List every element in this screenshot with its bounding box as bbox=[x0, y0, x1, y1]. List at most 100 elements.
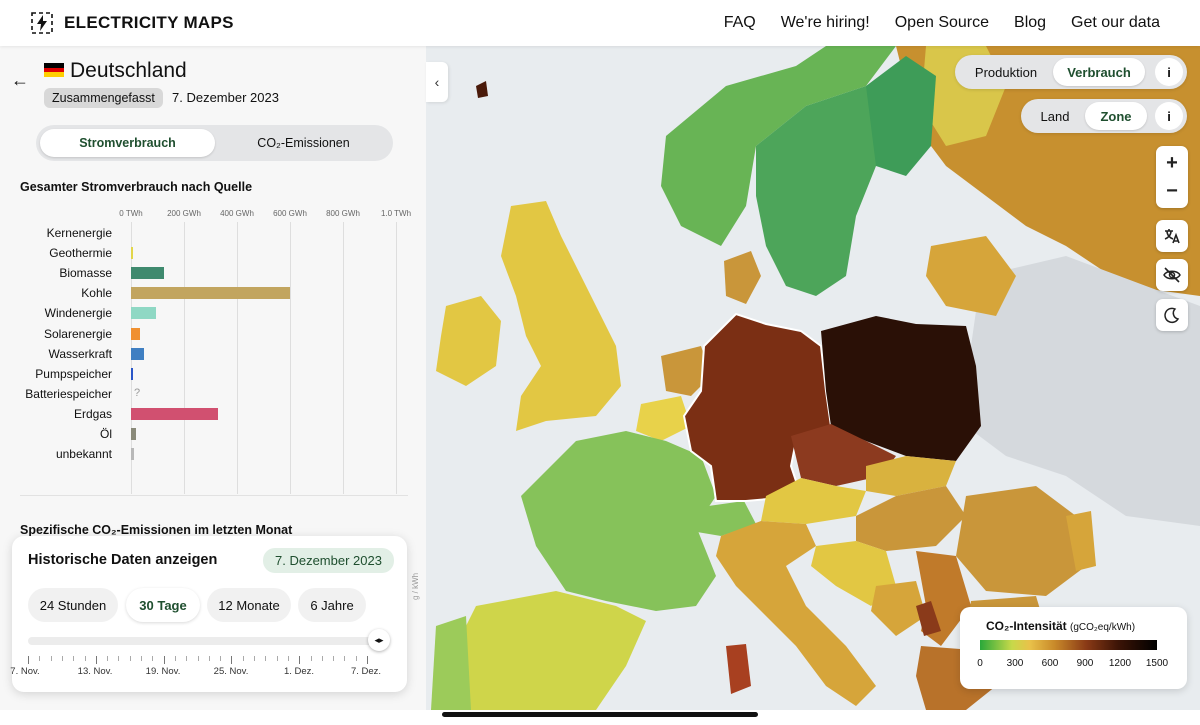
slider-tick bbox=[276, 656, 278, 661]
map-region-hungary[interactable] bbox=[856, 486, 966, 551]
collapse-panel-button[interactable]: ‹ bbox=[426, 62, 448, 102]
range-24h-button[interactable]: 24 Stunden bbox=[28, 588, 118, 622]
map-region-romania[interactable] bbox=[956, 486, 1086, 596]
logo[interactable]: ELECTRICITY MAPS bbox=[30, 11, 234, 35]
slider-tick bbox=[107, 656, 109, 661]
map-region-spain[interactable] bbox=[456, 591, 646, 710]
nav-open-source[interactable]: Open Source bbox=[895, 14, 989, 32]
zoom-in-button[interactable]: + bbox=[1166, 149, 1178, 177]
bar[interactable] bbox=[131, 287, 290, 300]
chevron-left-icon: ‹ bbox=[434, 74, 440, 90]
slider-tick bbox=[310, 656, 312, 661]
unit-label: g / kWh bbox=[411, 572, 420, 600]
gridline bbox=[290, 222, 291, 494]
category-label: Kohle bbox=[81, 286, 112, 301]
tick-date-label: 13. Nov. bbox=[77, 666, 113, 677]
nav-blog[interactable]: Blog bbox=[1014, 14, 1046, 32]
consumption-chart-title: Gesamter Stromverbrauch nach Quelle bbox=[20, 180, 253, 194]
co2-legend: CO₂-Intensität (gCO₂eq/kWh) 0 300 600 90… bbox=[960, 607, 1187, 689]
map-region-ireland[interactable] bbox=[436, 296, 501, 386]
bar[interactable] bbox=[131, 247, 133, 260]
time-slider-ticks bbox=[28, 656, 390, 664]
section-divider bbox=[20, 495, 408, 496]
hide-layer-button[interactable] bbox=[1156, 259, 1188, 291]
x-tick-label: 1.0 TWh bbox=[380, 209, 412, 218]
info-icon[interactable]: i bbox=[1155, 58, 1183, 86]
eye-off-icon bbox=[1163, 267, 1181, 283]
category-label: unbekannt bbox=[55, 447, 112, 462]
legend-title-text: CO₂-Intensität bbox=[986, 619, 1067, 633]
time-slider-track[interactable] bbox=[28, 637, 378, 645]
map-region-belgium[interactable] bbox=[636, 396, 691, 441]
nav-hiring[interactable]: We're hiring! bbox=[781, 14, 870, 32]
category-label: Kernenergie bbox=[46, 226, 112, 240]
bar[interactable] bbox=[131, 307, 157, 320]
bar[interactable] bbox=[131, 428, 136, 440]
bar[interactable] bbox=[131, 267, 165, 280]
mode-produktion[interactable]: Produktion bbox=[959, 58, 1053, 86]
mode-verbrauch[interactable]: Verbrauch bbox=[1053, 58, 1145, 86]
range-6y-button[interactable]: 6 Jahre bbox=[298, 588, 366, 622]
moon-icon bbox=[1164, 307, 1180, 324]
history-card: Historische Daten anzeigen 7. Dezember 2… bbox=[10, 536, 407, 692]
slider-tick bbox=[174, 656, 176, 661]
map-region-denmark[interactable] bbox=[724, 251, 761, 304]
language-button[interactable] bbox=[1156, 220, 1188, 252]
map-region-france[interactable] bbox=[521, 431, 716, 611]
selected-date: 7. Dezember 2023 bbox=[172, 90, 279, 105]
theme-button[interactable] bbox=[1156, 299, 1188, 331]
top-bar: ELECTRICITY MAPS FAQ We're hiring! Open … bbox=[0, 0, 1200, 46]
tick-date-label: 25. Nov. bbox=[213, 666, 249, 677]
range-12m-button[interactable]: 12 Monate bbox=[207, 588, 291, 622]
legend-label: 1200 bbox=[1108, 658, 1132, 669]
tick-date-label: 19. Nov. bbox=[145, 666, 181, 677]
aggregation-badge: Zusammengefasst bbox=[44, 88, 163, 108]
emissions-section-title: Spezifische CO₂-Emissionen im letzten Mo… bbox=[20, 523, 293, 537]
legend-label: 1500 bbox=[1145, 658, 1169, 669]
panel-tab-toggle: Stromverbrauch CO₂-Emissionen bbox=[36, 125, 393, 161]
info-icon[interactable]: i bbox=[1155, 102, 1183, 130]
range-30d-button[interactable]: 30 Tage bbox=[126, 588, 200, 622]
tick-date-label: 1. Dez. bbox=[283, 666, 315, 677]
gridline bbox=[343, 222, 344, 494]
bar[interactable] bbox=[131, 367, 133, 380]
legend-label: 600 bbox=[1041, 658, 1059, 669]
time-slider-handle[interactable]: ◂▸ bbox=[368, 629, 390, 651]
nav-faq[interactable]: FAQ bbox=[724, 14, 756, 32]
nav-get-data[interactable]: Get our data bbox=[1071, 14, 1160, 32]
category-label: Windenergie bbox=[44, 306, 112, 321]
category-label: Biomasse bbox=[59, 266, 112, 281]
bar[interactable] bbox=[131, 327, 141, 340]
slider-tick bbox=[95, 656, 97, 664]
slider-tick bbox=[152, 656, 154, 661]
bar[interactable] bbox=[131, 347, 144, 360]
slider-tick bbox=[208, 656, 210, 661]
slider-tick bbox=[186, 656, 188, 661]
mode-toggle: Produktion Verbrauch i bbox=[955, 55, 1187, 89]
slider-tick bbox=[299, 656, 301, 664]
translate-icon bbox=[1164, 229, 1180, 244]
map-region-sardinia[interactable] bbox=[726, 644, 751, 694]
bar[interactable] bbox=[131, 448, 134, 461]
slider-tick bbox=[287, 656, 289, 661]
slider-tick bbox=[344, 656, 346, 661]
zoom-out-button[interactable]: − bbox=[1166, 177, 1178, 205]
tab-co2-emissionen[interactable]: CO₂-Emissionen bbox=[218, 129, 389, 157]
map-region-uk[interactable] bbox=[501, 201, 621, 431]
scope-land[interactable]: Land bbox=[1025, 102, 1085, 130]
map-region-portugal[interactable] bbox=[431, 616, 471, 710]
map-region-faroe[interactable] bbox=[476, 81, 488, 98]
top-nav: FAQ We're hiring! Open Source Blog Get o… bbox=[724, 14, 1160, 32]
slider-tick bbox=[242, 656, 244, 661]
bar[interactable] bbox=[131, 407, 219, 420]
tab-stromverbrauch[interactable]: Stromverbrauch bbox=[40, 129, 215, 157]
back-arrow-icon[interactable]: ← bbox=[10, 70, 30, 91]
gridline bbox=[184, 222, 185, 494]
x-tick-label: 200 GWh bbox=[167, 209, 201, 218]
legend-title: CO₂-Intensität (gCO₂eq/kWh) bbox=[986, 619, 1135, 633]
scope-zone[interactable]: Zone bbox=[1085, 102, 1147, 130]
map-region-finland[interactable] bbox=[866, 56, 936, 176]
category-label: Batteriespeicher bbox=[25, 386, 112, 401]
slider-tick bbox=[321, 656, 323, 661]
tick-date-label: 7. Dez. bbox=[350, 666, 382, 677]
